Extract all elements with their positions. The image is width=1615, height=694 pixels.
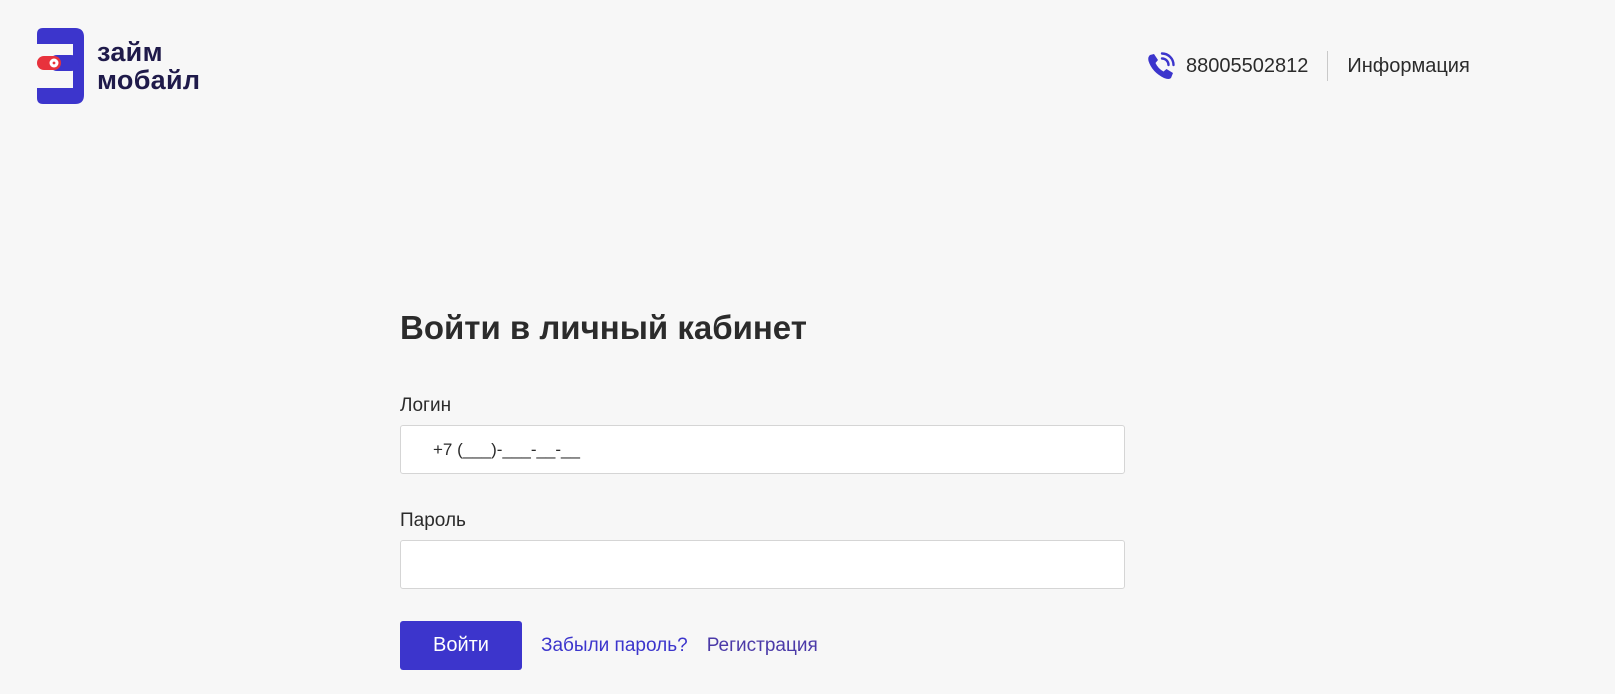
login-phone-input[interactable] (400, 425, 1125, 474)
phone-icon (1148, 52, 1175, 79)
phone-number-link[interactable]: 88005502812 (1186, 55, 1308, 78)
form-actions: Войти Забыли пароль? Регистрация (400, 621, 818, 670)
password-input[interactable] (400, 540, 1125, 589)
password-label: Пароль (400, 510, 466, 531)
login-form: Войти в личный кабинет Логин Пароль Войт… (400, 300, 1125, 670)
logo-wordmark: займ мобайл (97, 38, 200, 94)
logo-line-2: мобайл (97, 65, 201, 95)
login-label: Логин (400, 395, 452, 416)
page-title: Войти в личный кабинет (400, 309, 807, 346)
forgot-password-link[interactable]: Забыли пароль? (541, 635, 688, 657)
header-divider (1327, 51, 1329, 81)
register-link[interactable]: Регистрация (707, 635, 818, 657)
logo-mark-icon (37, 28, 84, 104)
site-header: займ мобайл 88005502812 Информация (0, 0, 1615, 120)
brand-logo[interactable]: займ мобайл (37, 28, 200, 104)
header-contacts: 88005502812 Информация (1146, 50, 1470, 82)
logo-line-1: займ (97, 37, 163, 67)
login-button[interactable]: Войти (400, 621, 522, 670)
info-link[interactable]: Информация (1347, 55, 1469, 78)
